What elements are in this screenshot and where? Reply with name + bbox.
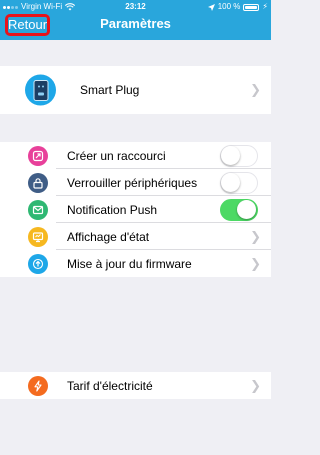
shortcut-toggle[interactable]: [220, 144, 258, 167]
page-title: Paramètres: [100, 16, 171, 31]
smart-plug-icon: [25, 74, 56, 106]
mail-icon: [28, 199, 48, 220]
chevron-right-icon: ❯: [250, 377, 261, 393]
status-right: 100 % ⚡: [207, 0, 268, 14]
location-arrow-icon: [207, 3, 215, 11]
setting-label: Notification Push: [67, 202, 158, 217]
setting-firmware-update[interactable]: Mise à jour du firmware ❯: [0, 250, 271, 277]
setting-label: Affichage d'état: [67, 229, 150, 244]
battery-percent: 100 %: [217, 2, 241, 11]
share-icon: [28, 145, 48, 166]
tariff-group: Tarif d'électricité ❯: [0, 372, 271, 399]
setting-status-display[interactable]: Affichage d'état ❯: [0, 223, 271, 250]
toggle-knob: [221, 172, 240, 192]
setting-label: Créer un raccourci: [67, 148, 166, 163]
charging-icon: ⚡: [262, 2, 268, 11]
lock-toggle[interactable]: [220, 171, 258, 194]
toggle-knob: [221, 145, 240, 165]
upload-icon: [28, 253, 48, 274]
setting-push-notification[interactable]: Notification Push: [0, 196, 271, 223]
setting-label: Tarif d'électricité: [67, 378, 153, 393]
device-row-smart-plug[interactable]: Smart Plug ❯: [0, 66, 271, 114]
lock-icon: [28, 172, 48, 193]
setting-label: Verrouiller périphériques: [67, 175, 198, 190]
setting-create-shortcut[interactable]: Créer un raccourci: [0, 142, 271, 169]
battery-icon: [243, 3, 260, 11]
setting-lock-devices[interactable]: Verrouiller périphériques: [0, 169, 271, 196]
setting-electricity-tariff[interactable]: Tarif d'électricité ❯: [0, 372, 271, 399]
chevron-right-icon: ❯: [250, 255, 261, 271]
settings-group: Créer un raccourci Verrouiller périphéri…: [0, 142, 271, 277]
push-toggle[interactable]: [220, 198, 258, 221]
chevron-right-icon: ❯: [250, 228, 261, 244]
setting-label: Mise à jour du firmware: [67, 256, 192, 271]
device-label: Smart Plug: [80, 83, 140, 97]
lightning-icon: [28, 375, 48, 396]
device-group: Smart Plug ❯: [0, 66, 271, 114]
display-icon: [28, 226, 48, 247]
toggle-knob: [237, 199, 256, 219]
status-bar: Virgin Wi-Fi 23:12 100 % ⚡: [0, 0, 271, 14]
chevron-right-icon: ❯: [250, 82, 261, 97]
nav-header: Virgin Wi-Fi 23:12 100 % ⚡ Retour Paramè…: [0, 0, 271, 40]
